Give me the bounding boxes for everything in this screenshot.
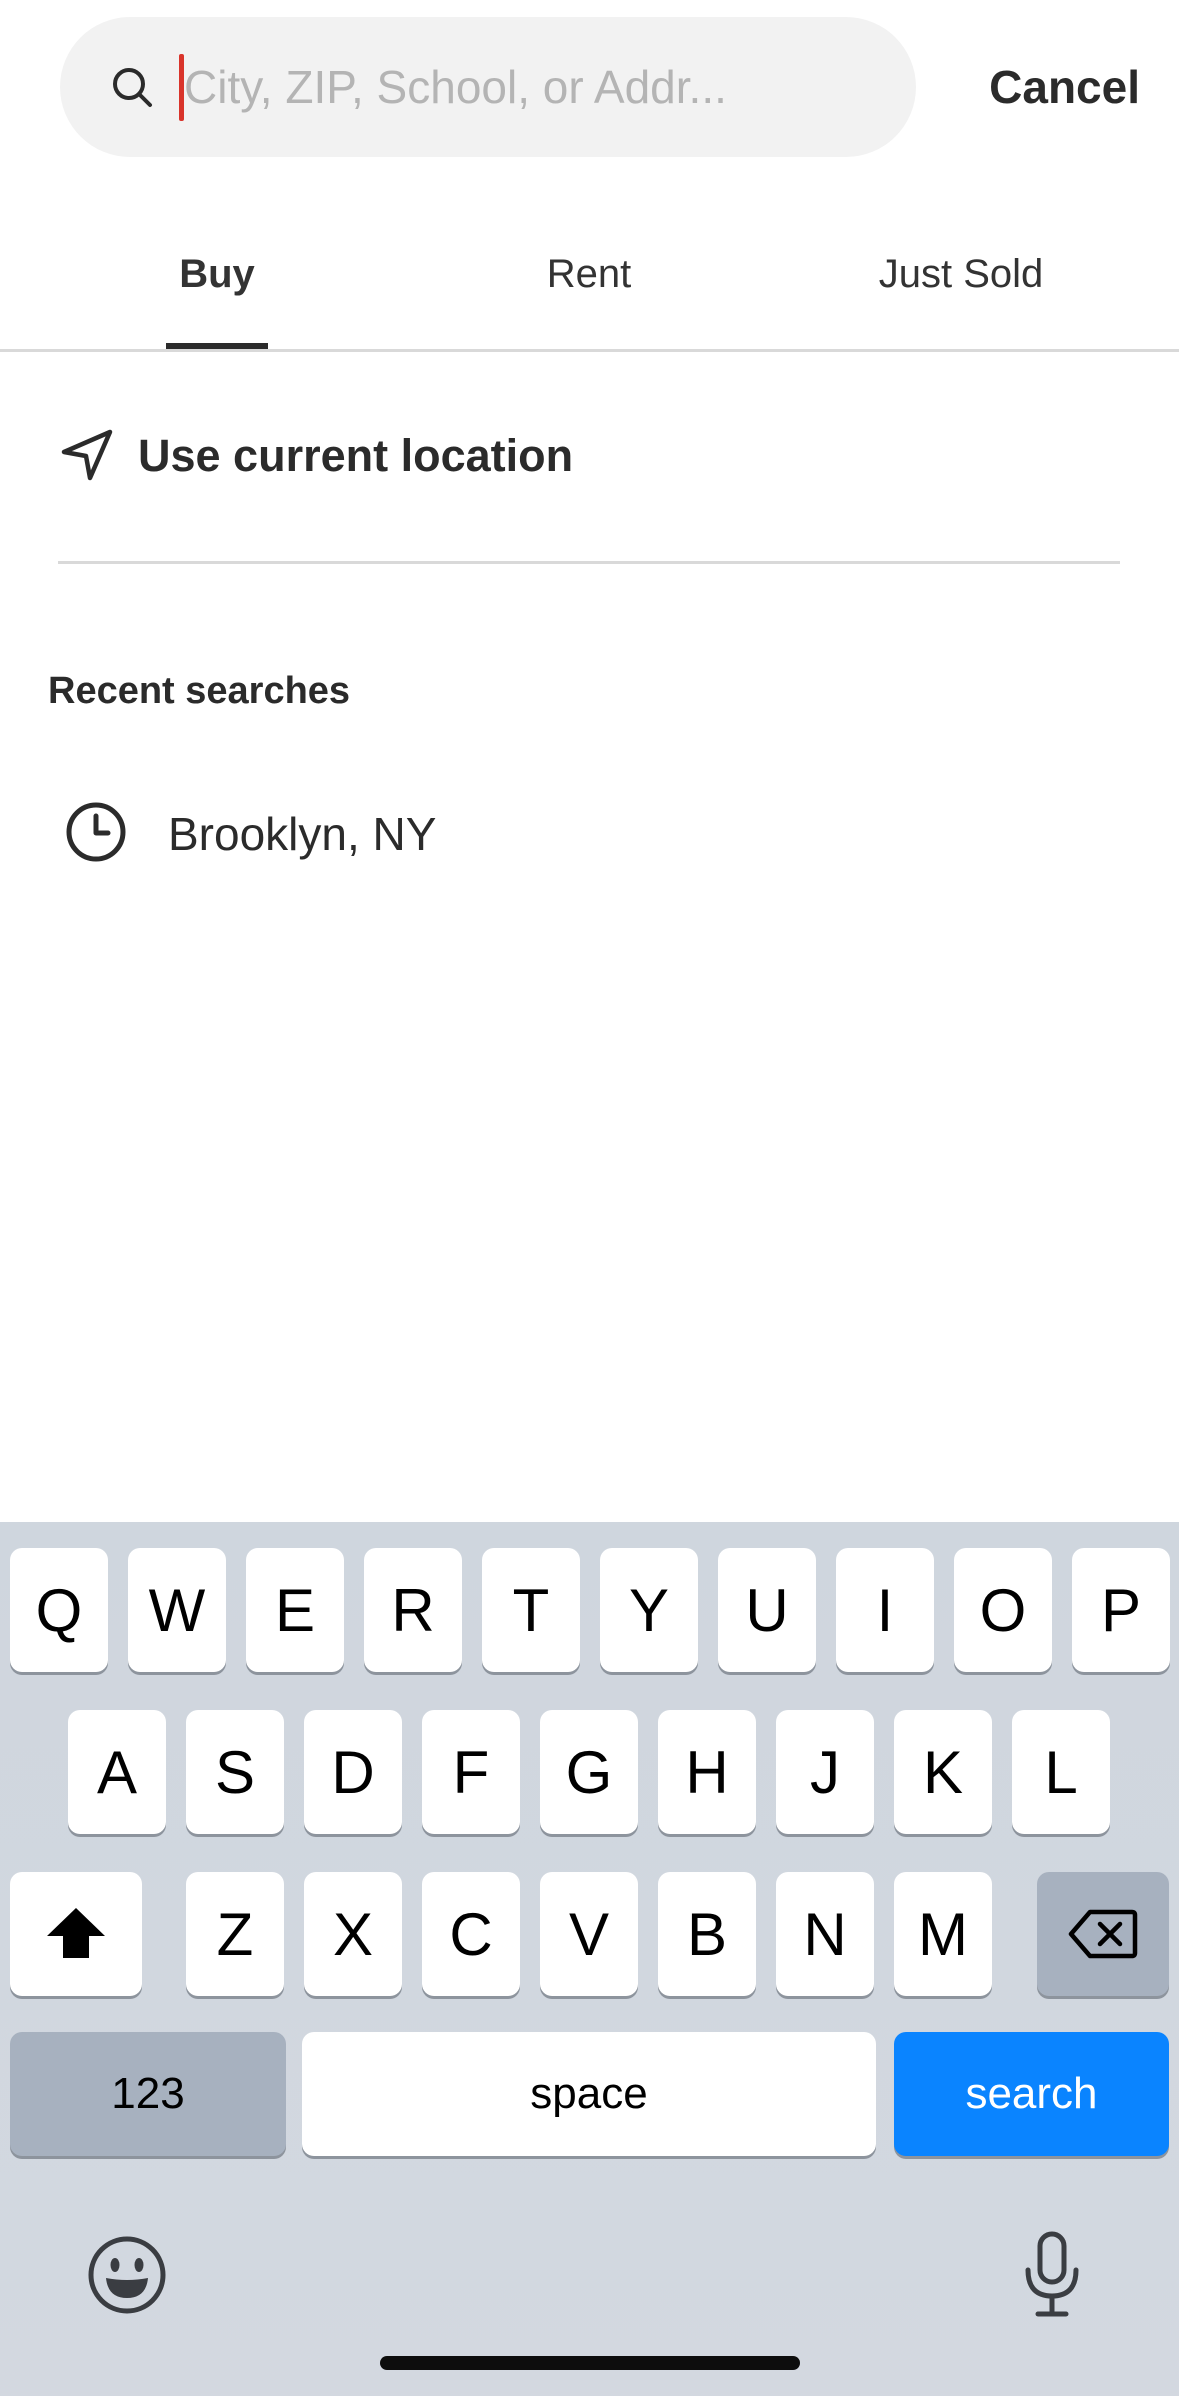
key-v[interactable]: V — [540, 1872, 638, 1996]
active-tab-indicator — [166, 343, 268, 349]
location-arrow-icon — [61, 429, 113, 481]
backspace-key[interactable] — [1037, 1872, 1169, 1996]
tab-rent[interactable]: Rent — [464, 222, 714, 349]
emoji-icon[interactable] — [86, 2234, 168, 2316]
key-z[interactable]: Z — [186, 1872, 284, 1996]
key-a[interactable]: A — [68, 1710, 166, 1834]
recent-search-label: Brooklyn, NY — [168, 808, 437, 860]
key-q[interactable]: Q — [10, 1548, 108, 1672]
key-o[interactable]: O — [954, 1548, 1052, 1672]
key-k[interactable]: K — [894, 1710, 992, 1834]
key-s[interactable]: S — [186, 1710, 284, 1834]
key-g[interactable]: G — [540, 1710, 638, 1834]
home-indicator[interactable] — [380, 2356, 800, 2370]
key-y[interactable]: Y — [600, 1548, 698, 1672]
shift-key[interactable] — [10, 1872, 142, 1996]
key-f[interactable]: F — [422, 1710, 520, 1834]
recent-searches-heading: Recent searches — [48, 670, 351, 712]
tab-just-sold[interactable]: Just Sold — [836, 222, 1086, 349]
key-r[interactable]: R — [364, 1548, 462, 1672]
use-current-location-label: Use current location — [138, 430, 574, 481]
on-screen-keyboard: Q W E R T Y U I O P A S D F G H J K L Z … — [0, 1522, 1179, 2396]
key-b[interactable]: B — [658, 1872, 756, 1996]
space-key[interactable]: space — [302, 2032, 876, 2156]
cancel-button[interactable]: Cancel — [940, 50, 1140, 124]
microphone-icon[interactable] — [1020, 2230, 1084, 2320]
numbers-key[interactable]: 123 — [10, 2032, 286, 2156]
key-x[interactable]: X — [304, 1872, 402, 1996]
tab-buy[interactable]: Buy — [92, 222, 342, 349]
key-m[interactable]: M — [894, 1872, 992, 1996]
key-u[interactable]: U — [718, 1548, 816, 1672]
search-bar[interactable] — [60, 17, 916, 157]
key-t[interactable]: T — [482, 1548, 580, 1672]
key-i[interactable]: I — [836, 1548, 934, 1672]
key-w[interactable]: W — [128, 1548, 226, 1672]
key-c[interactable]: C — [422, 1872, 520, 1996]
recent-search-item[interactable]: Brooklyn, NY — [60, 795, 1120, 875]
backspace-icon — [1068, 1909, 1138, 1959]
listing-type-tabs: Buy Rent Just Sold — [0, 222, 1179, 352]
use-current-location-button[interactable]: Use current location — [58, 418, 1120, 564]
search-key[interactable]: search — [894, 2032, 1169, 2156]
key-j[interactable]: J — [776, 1710, 874, 1834]
clock-icon — [66, 802, 126, 862]
shift-icon — [47, 1908, 105, 1958]
key-p[interactable]: P — [1072, 1548, 1170, 1672]
key-d[interactable]: D — [304, 1710, 402, 1834]
key-l[interactable]: L — [1012, 1710, 1110, 1834]
key-h[interactable]: H — [658, 1710, 756, 1834]
key-e[interactable]: E — [246, 1548, 344, 1672]
key-n[interactable]: N — [776, 1872, 874, 1996]
search-input[interactable] — [184, 47, 884, 127]
search-icon — [113, 68, 152, 107]
